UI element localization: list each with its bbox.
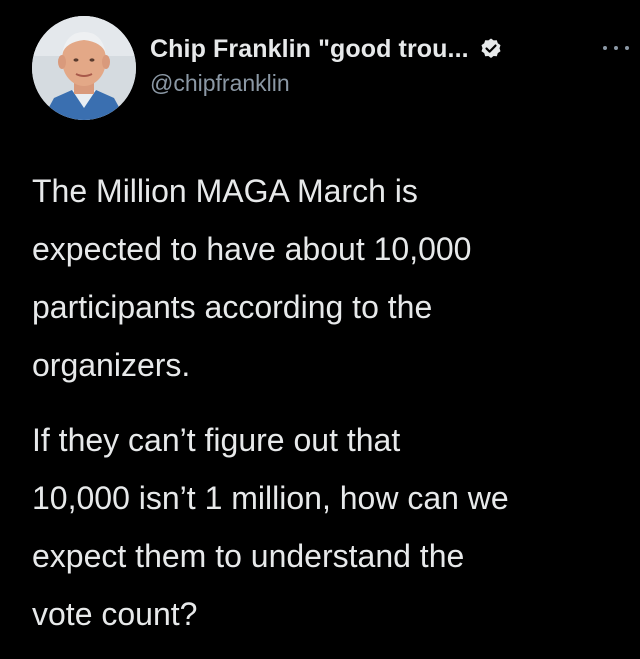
tweet: Chip Franklin "good trou... @chipfrankli… <box>0 0 640 659</box>
verified-badge-icon <box>479 37 503 61</box>
person-photo-icon <box>32 16 136 120</box>
ellipsis-icon[interactable] <box>603 38 629 58</box>
tweet-text-paragraph-1: The Million MAGA March is expected to ha… <box>32 173 472 383</box>
avatar[interactable] <box>32 16 136 120</box>
author-handle[interactable]: @chipfranklin <box>150 70 290 97</box>
tweet-text-paragraph-2: If they can’t figure out that 10,000 isn… <box>32 422 509 632</box>
author-name-row[interactable]: Chip Franklin "good trou... <box>150 32 503 66</box>
author-display-name[interactable]: Chip Franklin "good trou... <box>150 35 469 64</box>
